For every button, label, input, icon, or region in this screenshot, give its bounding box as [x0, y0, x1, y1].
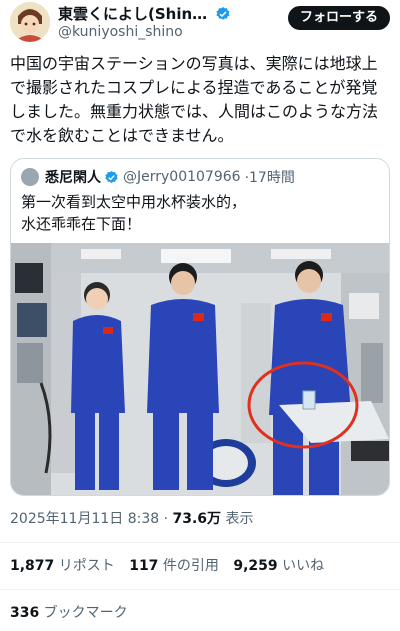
verified-badge-icon [216, 7, 230, 20]
follow-button[interactable]: フォローする [287, 6, 390, 30]
repost-count[interactable]: 1,877 リポスト [10, 558, 115, 574]
view-count: 73.6万 [172, 511, 222, 527]
quoted-author-name: 悉尼閑人 [45, 170, 101, 186]
quoted-tweet-header: 悉尼閑人 @Jerry00107966 ·17時間 [11, 159, 389, 187]
tweet-text: 中国の宇宙ステーションの写真は、実際には地球上で撮影されたコスプレによる捏造であ… [10, 54, 379, 145]
bookmark-number: 336 [10, 605, 40, 621]
quoted-text-line-1: 第一次看到太空中用水杯装水的， [21, 193, 247, 211]
author-avatar[interactable] [10, 2, 50, 42]
tweet-datetime[interactable]: 2025年11月11日 8:38 · [10, 511, 173, 527]
quoted-author-avatar [21, 168, 39, 186]
quoted-author-handle: @Jerry00107966 [123, 169, 241, 185]
tweet-header: 東雲くによし(Shin… @kuniyoshi_shino フォローする [0, 0, 400, 52]
bookmark-count[interactable]: 336 ブックマーク [0, 590, 400, 622]
quoted-tweet-text: 第一次看到太空中用水杯装水的， 水还乖乖在下面！ [11, 187, 389, 243]
verified-badge-icon [105, 170, 118, 183]
quoted-tweet[interactable]: 悉尼閑人 @Jerry00107966 ·17時間 第一次看到太空中用水杯装水的… [10, 158, 390, 496]
display-name-text: 東雲くによし(Shin… [58, 5, 208, 23]
quote-label: 件の引用 [158, 558, 219, 574]
quoted-text-line-2: 水还乖乖在下面！ [21, 215, 142, 233]
repost-number: 1,877 [10, 558, 55, 574]
quoted-tweet-time: ·17時間 [244, 170, 295, 186]
like-count[interactable]: 9,259 いいね [233, 558, 324, 574]
like-label: いいね [277, 558, 325, 574]
space-station-photo[interactable] [11, 243, 389, 495]
like-number: 9,259 [233, 558, 278, 574]
quote-number: 117 [129, 558, 159, 574]
author-handle[interactable]: @kuniyoshi_shino [58, 24, 183, 40]
author-display-name[interactable]: 東雲くによし(Shin… [58, 3, 231, 24]
repost-label: リポスト [54, 558, 115, 574]
quote-count[interactable]: 117 件の引用 [129, 558, 219, 574]
bookmark-label: ブックマーク [39, 605, 128, 621]
view-label: 表示 [221, 511, 254, 527]
engagement-stats: 1,877 リポスト 117 件の引用 9,259 いいね [0, 543, 400, 575]
tweet-meta: 2025年11月11日 8:38 · 73.6万 表示 [0, 508, 400, 528]
